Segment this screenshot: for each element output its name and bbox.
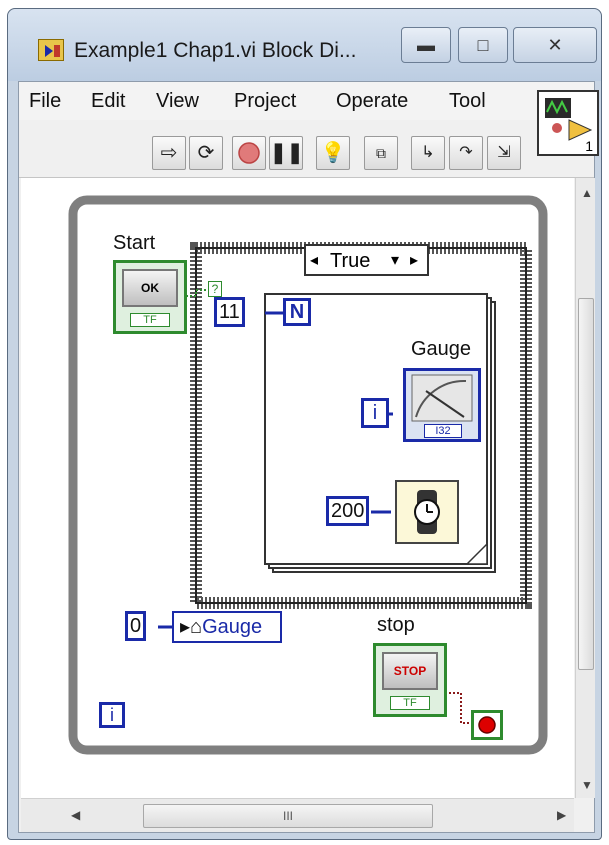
step-out-icon[interactable]: ⇲ [487, 136, 521, 170]
menu-view[interactable]: View [156, 90, 199, 113]
abort-icon[interactable] [232, 136, 266, 170]
loop-count-constant[interactable]: 11 [214, 297, 245, 327]
ok-button: OK [122, 269, 178, 307]
block-diagram-canvas[interactable]: Start OK TF ? ◂ True ▾ ▸ 11 N Gauge I32 … [21, 178, 574, 798]
property-arrow-icon: ▸⌂ [180, 616, 203, 638]
scroll-up-icon[interactable]: ▲ [581, 186, 593, 200]
stop-tf-indicator: TF [390, 696, 430, 710]
client-area: File Edit View Project Operate Tool ⇨ ⟳ … [18, 81, 599, 833]
stop-label: stop [377, 614, 415, 636]
vertical-scrollbar[interactable]: ▲ ▼ [575, 178, 595, 798]
property-node-label: Gauge [202, 616, 263, 638]
case-selector-terminal[interactable]: ? [208, 281, 222, 297]
stop-button-terminal[interactable]: STOP TF [373, 643, 447, 717]
horizontal-scroll-thumb[interactable]: III [143, 804, 433, 828]
run-continuously-icon[interactable]: ⟳ [189, 136, 223, 170]
menu-project[interactable]: Project [234, 90, 296, 113]
case-selector[interactable]: ◂ True ▾ ▸ [304, 244, 429, 276]
labview-app-icon [38, 39, 64, 61]
scroll-right-icon[interactable]: ▶ [557, 808, 566, 822]
menu-bar: File Edit View Project Operate Tool [19, 82, 594, 120]
gauge-label: Gauge [411, 338, 472, 360]
vi-icon-number: 1 [585, 138, 593, 154]
scroll-left-icon[interactable]: ◀ [71, 808, 80, 822]
iteration-terminal[interactable]: i [361, 398, 389, 428]
menu-operate[interactable]: Operate [336, 90, 408, 113]
step-into-icon[interactable]: ↳ [411, 136, 445, 170]
block-diagram-window: Example1 Chap1.vi Block Di... ▬ □ ✕ File… [7, 8, 602, 840]
retain-wire-values-icon[interactable]: ⧉ [364, 136, 398, 170]
loop-count-terminal[interactable]: N [283, 298, 311, 326]
minimize-button[interactable]: ▬ [401, 27, 451, 63]
gauge-type: I32 [424, 424, 462, 438]
gauge-indicator[interactable]: I32 [403, 368, 481, 442]
run-arrow-icon[interactable]: ⇨ [152, 136, 186, 170]
case-selector-value: True [330, 250, 371, 272]
menu-tools[interactable]: Tool [449, 90, 486, 113]
pause-icon[interactable]: ❚❚ [269, 136, 304, 170]
wait-constant[interactable]: 200 [326, 496, 370, 526]
toolbar: ⇨ ⟳ ❚❚ 💡 ⧉ ↳ ↷ ⇲ [19, 120, 594, 178]
vertical-scroll-thumb[interactable] [578, 298, 594, 670]
gauge-property-node[interactable]: ▸⌂Gauge [172, 611, 282, 643]
close-button[interactable]: ✕ [513, 27, 597, 63]
vi-icon[interactable]: 1 [537, 90, 599, 156]
start-button-terminal[interactable]: OK TF [113, 260, 187, 334]
start-tf-indicator: TF [130, 313, 170, 327]
menu-edit[interactable]: Edit [91, 90, 125, 113]
stop-button: STOP [382, 652, 438, 690]
maximize-button[interactable]: □ [458, 27, 508, 63]
menu-file[interactable]: File [29, 90, 61, 113]
case-dropdown-icon[interactable]: ▾ [391, 250, 399, 270]
start-label: Start [113, 232, 156, 254]
horizontal-scrollbar[interactable]: ◀ III ▶ [21, 798, 574, 832]
step-over-icon[interactable]: ↷ [449, 136, 483, 170]
while-iteration-terminal[interactable]: i [99, 702, 125, 728]
title-bar[interactable]: Example1 Chap1.vi Block Di... ▬ □ ✕ [8, 9, 601, 81]
highlight-execution-icon[interactable]: 💡 [316, 136, 350, 170]
window-title: Example1 Chap1.vi Block Di... [74, 39, 357, 62]
case-prev-icon[interactable]: ◂ [310, 250, 318, 270]
wait-ms-icon[interactable] [395, 480, 459, 544]
init-constant[interactable]: 0 [125, 611, 147, 641]
scroll-down-icon[interactable]: ▼ [581, 778, 593, 792]
loop-condition-icon[interactable] [471, 710, 503, 740]
case-next-icon[interactable]: ▸ [410, 250, 418, 270]
stop-wire [445, 692, 473, 724]
